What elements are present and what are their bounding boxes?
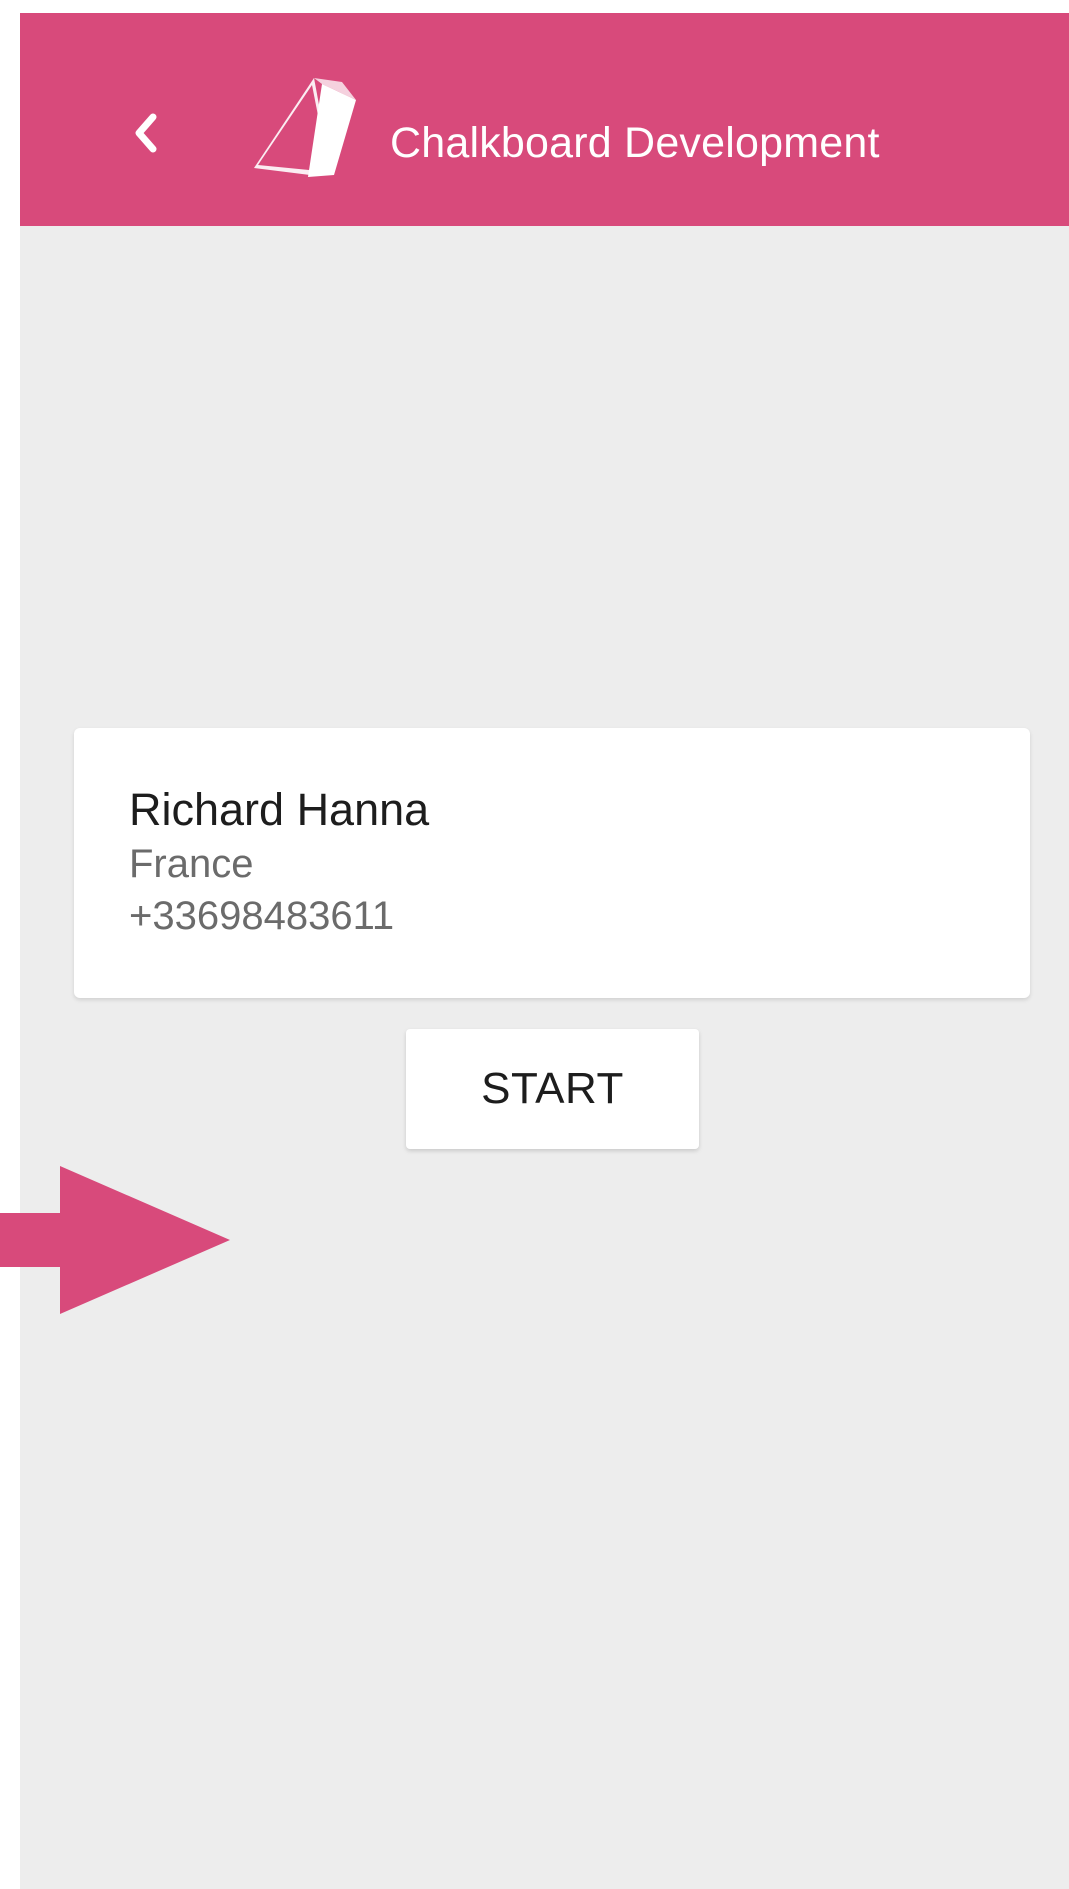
app-title: Chalkboard Development bbox=[390, 119, 880, 167]
contact-country: France bbox=[129, 842, 254, 886]
chalkboard-logo-icon bbox=[254, 78, 356, 177]
contact-phone: +33698483611 bbox=[129, 894, 395, 938]
app-bar: Chalkboard Development bbox=[20, 13, 1069, 226]
app-screen: Chalkboard Development Richard Hanna Fra… bbox=[20, 13, 1069, 1889]
arrow-right-icon bbox=[0, 1166, 230, 1314]
contact-name: Richard Hanna bbox=[129, 784, 430, 835]
contact-card[interactable]: Richard Hanna France +33698483611 bbox=[74, 728, 1030, 998]
chevron-left-icon bbox=[135, 113, 157, 153]
start-button[interactable]: START bbox=[406, 1029, 699, 1149]
back-button[interactable] bbox=[100, 83, 190, 183]
